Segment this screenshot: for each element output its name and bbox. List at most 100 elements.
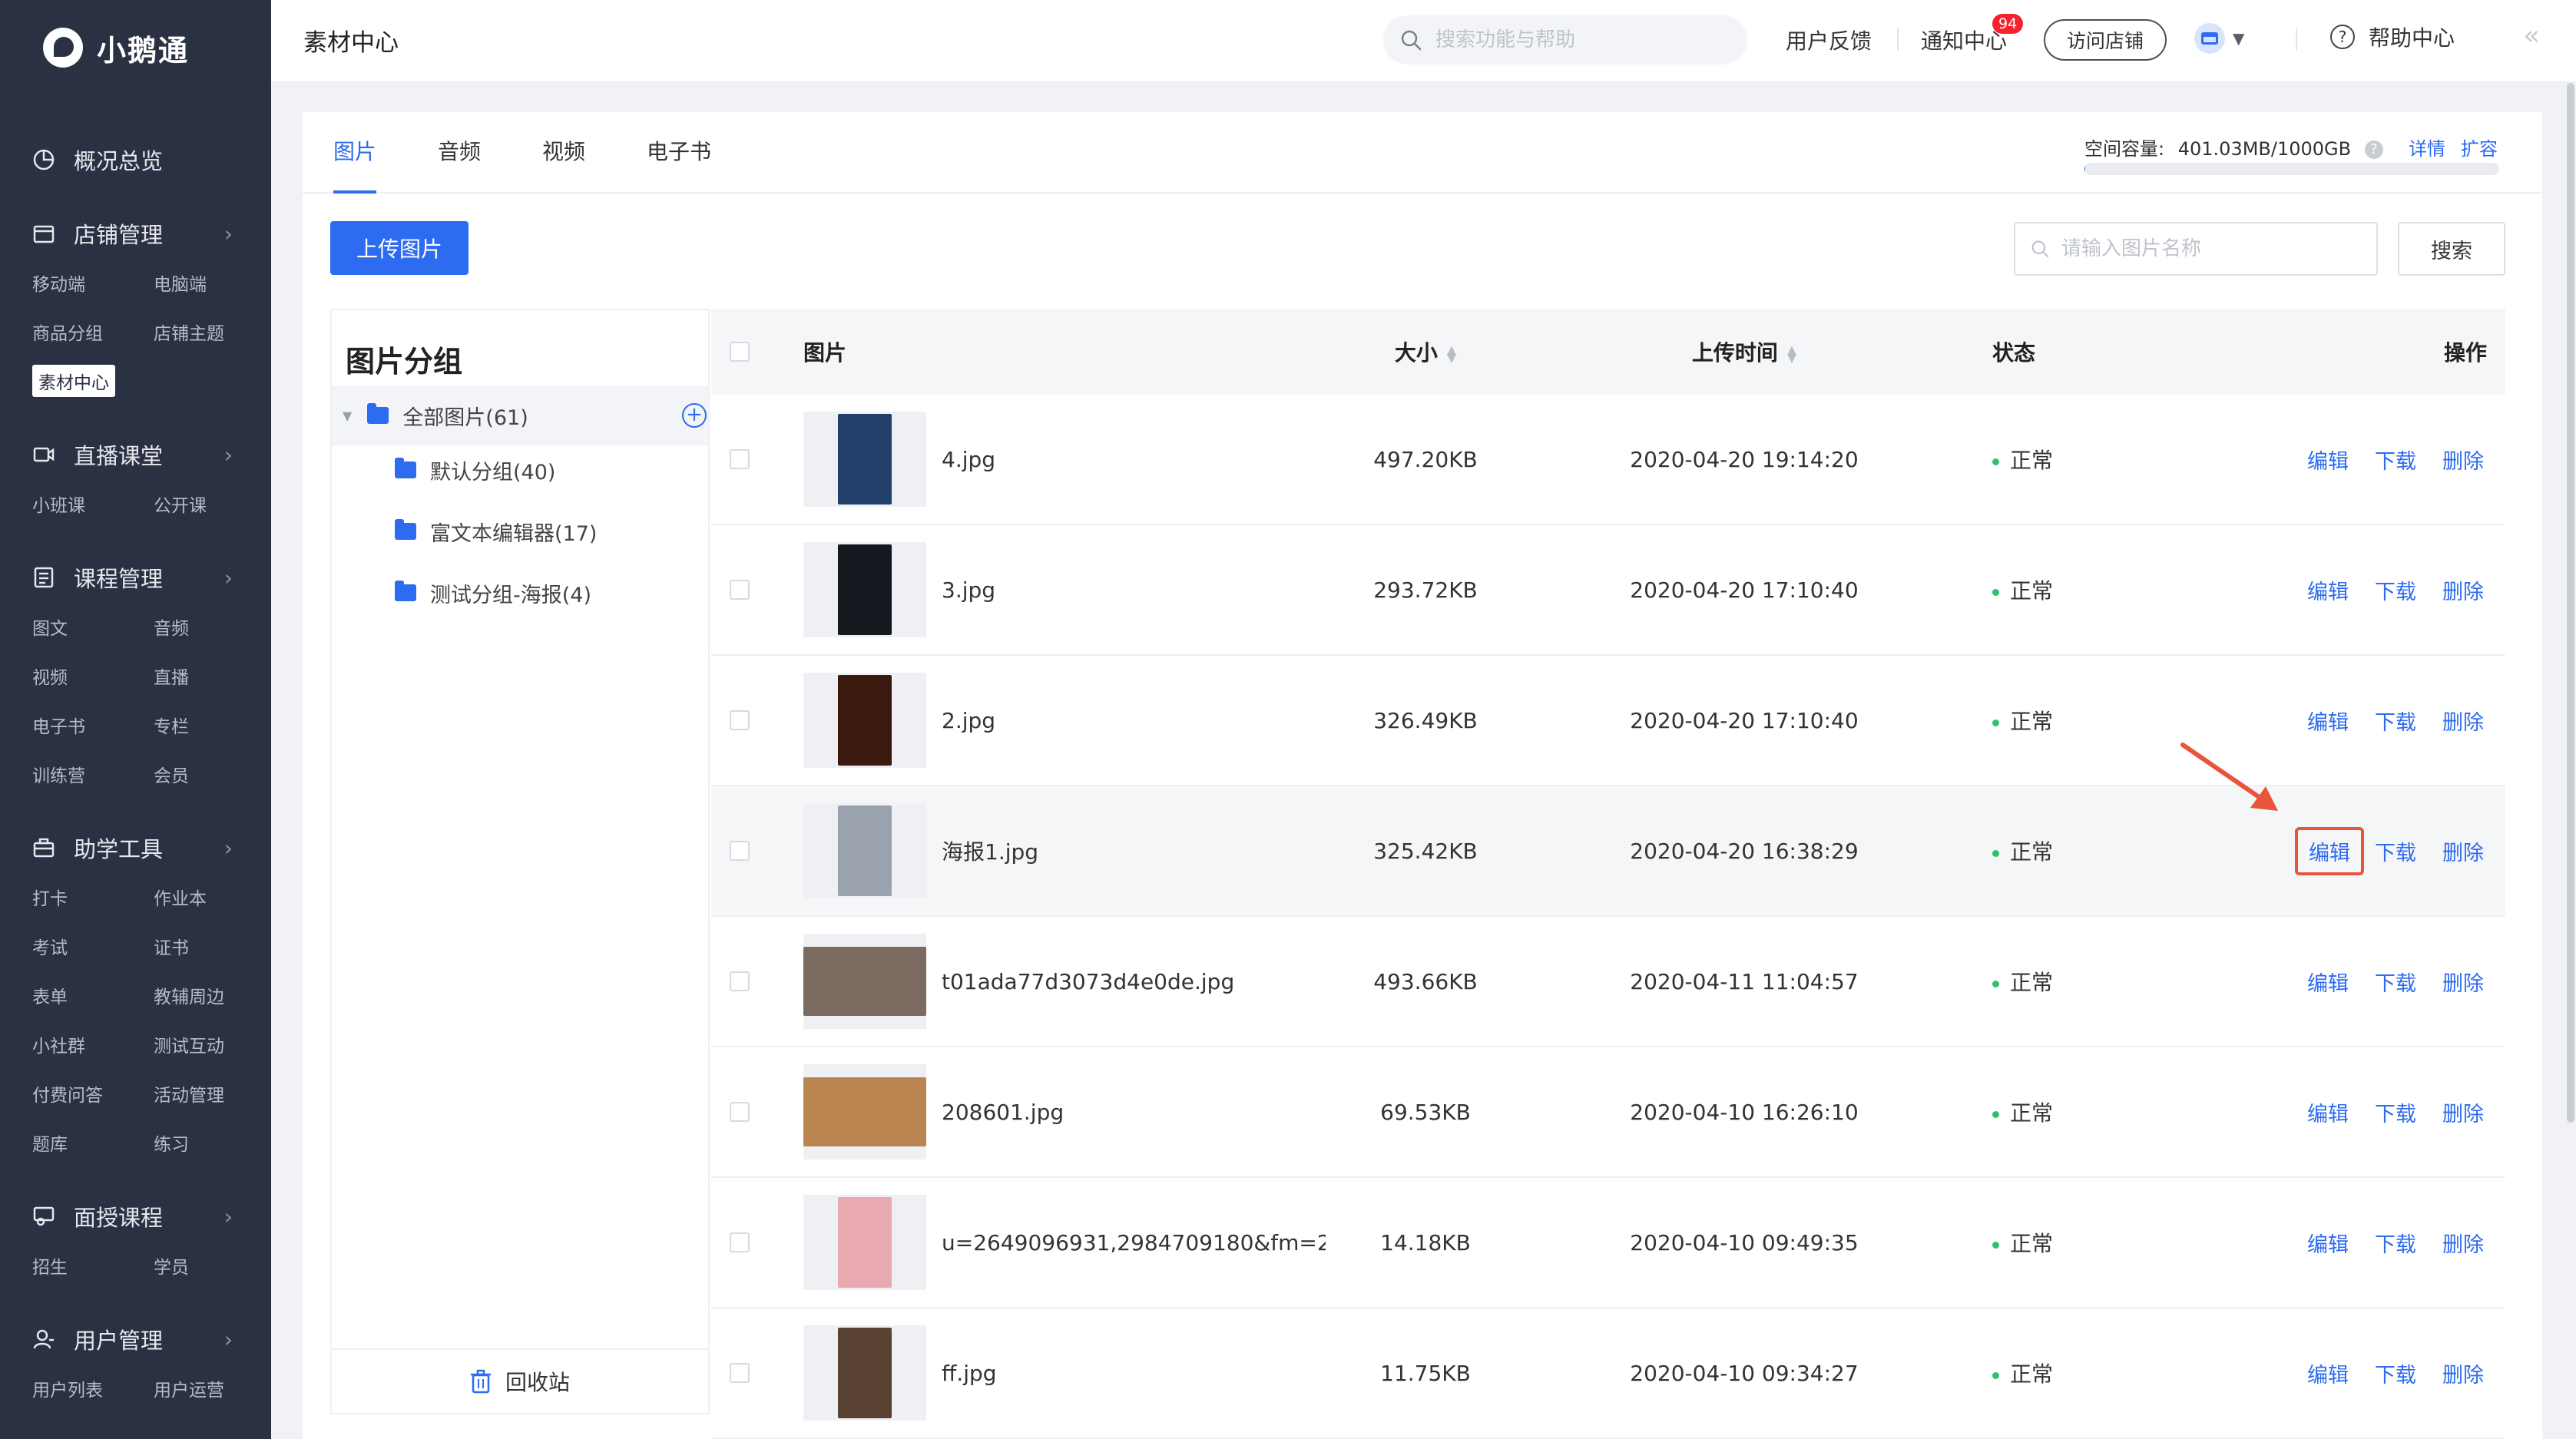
header-upload-time[interactable]: 上传时间 ▲ ▼ bbox=[1564, 336, 1925, 367]
edit-button[interactable]: 编辑 bbox=[2307, 967, 2349, 997]
sidebar-item[interactable]: 会员 bbox=[154, 749, 271, 799]
upload-image-button[interactable]: 上传图片 bbox=[330, 221, 469, 275]
table-row[interactable]: 208601.jpg 69.53KB 2020-04-10 16:26:10 正常 编辑… bbox=[711, 1047, 2505, 1178]
collapse-icon[interactable]: « bbox=[2523, 20, 2540, 51]
edit-button[interactable]: 编辑 bbox=[2295, 826, 2364, 875]
search-button[interactable]: 搜索 bbox=[2398, 222, 2505, 276]
global-search-input[interactable] bbox=[1434, 28, 1729, 52]
sidebar-item[interactable]: 电子书 bbox=[32, 700, 154, 749]
edit-button[interactable]: 编辑 bbox=[2307, 1097, 2349, 1127]
row-checkbox[interactable] bbox=[730, 449, 750, 469]
download-button[interactable]: 下载 bbox=[2375, 967, 2416, 997]
sidebar-item[interactable]: 专栏 bbox=[154, 700, 271, 749]
image-thumbnail[interactable] bbox=[803, 673, 926, 768]
edit-button[interactable]: 编辑 bbox=[2307, 575, 2349, 605]
table-row[interactable]: 4.jpg 497.20KB 2020-04-20 19:14:20 正常 编辑 下载 删除 bbox=[711, 395, 2505, 525]
table-row[interactable]: u=2649096931,2984709180&fm=26. 14.18KB 202… bbox=[711, 1178, 2505, 1308]
delete-button[interactable]: 删除 bbox=[2442, 1097, 2484, 1127]
add-group-icon[interactable]: + bbox=[682, 403, 707, 428]
storage-expand-link[interactable]: 扩容 bbox=[2461, 134, 2498, 160]
download-button[interactable]: 下载 bbox=[2375, 445, 2416, 475]
caret-down-icon[interactable]: ▼ bbox=[343, 409, 352, 423]
sidebar-item[interactable]: 测试互动 bbox=[154, 1020, 271, 1069]
delete-button[interactable]: 删除 bbox=[2442, 706, 2484, 736]
image-thumbnail[interactable] bbox=[803, 803, 926, 898]
global-search[interactable] bbox=[1383, 15, 1747, 65]
row-checkbox[interactable] bbox=[730, 580, 750, 600]
edit-button[interactable]: 编辑 bbox=[2307, 445, 2349, 475]
sidebar-item[interactable]: 打卡 bbox=[32, 872, 154, 921]
tab-images[interactable]: 图片 bbox=[333, 135, 377, 194]
question-icon[interactable]: ? bbox=[2364, 141, 2383, 159]
sidebar-group-header[interactable]: 助学工具 › bbox=[0, 823, 271, 872]
sidebar-item[interactable]: 教辅周边 bbox=[154, 971, 271, 1020]
sidebar-item[interactable]: 活动管理 bbox=[154, 1069, 271, 1118]
sidebar-item[interactable]: 商品分组 bbox=[32, 307, 154, 356]
row-checkbox[interactable] bbox=[730, 841, 750, 861]
sidebar-group-header[interactable]: 课程管理 › bbox=[0, 553, 271, 602]
download-button[interactable]: 下载 bbox=[2375, 706, 2416, 736]
delete-button[interactable]: 删除 bbox=[2442, 1358, 2484, 1388]
sidebar-item[interactable]: 素材中心 bbox=[32, 356, 154, 405]
sidebar-item[interactable]: 考试 bbox=[32, 921, 154, 971]
sidebar-group-header[interactable]: 直播课堂 › bbox=[0, 430, 271, 479]
image-name-search[interactable] bbox=[2014, 222, 2378, 276]
sidebar-group-header[interactable]: 用户管理 › bbox=[0, 1315, 271, 1364]
visit-store-button[interactable]: 访问店铺 bbox=[2044, 19, 2167, 61]
download-button[interactable]: 下载 bbox=[2375, 1228, 2416, 1258]
image-name-input[interactable] bbox=[2060, 237, 2370, 261]
help-center-link[interactable]: ? 帮助中心 bbox=[2330, 22, 2455, 52]
row-checkbox[interactable] bbox=[730, 710, 750, 730]
row-checkbox[interactable] bbox=[730, 1232, 750, 1252]
group-item[interactable]: 富文本编辑器(17) bbox=[395, 508, 597, 554]
image-thumbnail[interactable] bbox=[803, 542, 926, 637]
table-row[interactable]: 3.jpg 293.72KB 2020-04-20 17:10:40 正常 编辑 下载 删除 bbox=[711, 525, 2505, 656]
sidebar-group-header[interactable]: 面授课程 › bbox=[0, 1192, 271, 1241]
recycle-bin[interactable]: 回收站 bbox=[332, 1348, 708, 1413]
sidebar-item[interactable]: 用户运营 bbox=[154, 1364, 271, 1413]
sidebar-item[interactable]: 移动端 bbox=[32, 258, 154, 307]
sidebar-item[interactable]: 付费问答 bbox=[32, 1069, 154, 1118]
sidebar-item[interactable]: 图文 bbox=[32, 602, 154, 651]
group-all-images[interactable]: ▼ 全部图片(61) + bbox=[332, 385, 708, 445]
image-thumbnail[interactable] bbox=[803, 934, 926, 1029]
group-item[interactable]: 默认分组(40) bbox=[395, 447, 555, 493]
app-logo[interactable]: 小鹅通 bbox=[43, 26, 189, 69]
delete-button[interactable]: 删除 bbox=[2442, 967, 2484, 997]
table-row[interactable]: ff.jpg 11.75KB 2020-04-10 09:34:27 正常 编辑 下载 删除 bbox=[711, 1308, 2505, 1439]
feedback-link[interactable]: 用户反馈 bbox=[1786, 25, 1872, 55]
sidebar-item[interactable]: 音频 bbox=[154, 602, 271, 651]
image-thumbnail[interactable] bbox=[803, 1195, 926, 1290]
delete-button[interactable]: 删除 bbox=[2442, 836, 2484, 866]
sidebar-item[interactable]: 小班课 bbox=[32, 479, 154, 528]
sidebar-item[interactable]: 练习 bbox=[154, 1118, 271, 1167]
delete-button[interactable]: 删除 bbox=[2442, 445, 2484, 475]
table-row[interactable]: t01ada77d3073d4e0de.jpg 493.66KB 2020-04-1… bbox=[711, 917, 2505, 1047]
edit-button[interactable]: 编辑 bbox=[2307, 706, 2349, 736]
sidebar-item[interactable]: 电脑端 bbox=[154, 258, 271, 307]
edit-button[interactable]: 编辑 bbox=[2307, 1228, 2349, 1258]
sidebar-item[interactable]: 题库 bbox=[32, 1118, 154, 1167]
sidebar-item[interactable]: 作业本 bbox=[154, 872, 271, 921]
download-button[interactable]: 下载 bbox=[2375, 1358, 2416, 1388]
sidebar-item[interactable]: 小社群 bbox=[32, 1020, 154, 1069]
row-checkbox[interactable] bbox=[730, 1102, 750, 1122]
page-scrollbar[interactable] bbox=[2567, 83, 2574, 1123]
row-checkbox[interactable] bbox=[730, 971, 750, 991]
row-checkbox[interactable] bbox=[730, 1363, 750, 1383]
image-thumbnail[interactable] bbox=[803, 1064, 926, 1159]
image-thumbnail[interactable] bbox=[803, 1325, 926, 1421]
store-switcher[interactable]: ▼ bbox=[2194, 23, 2244, 54]
storage-detail-link[interactable]: 详情 bbox=[2409, 134, 2445, 160]
select-all-checkbox[interactable] bbox=[730, 342, 750, 362]
sidebar-item[interactable]: 训练营 bbox=[32, 749, 154, 799]
sidebar-item[interactable]: 用户列表 bbox=[32, 1364, 154, 1413]
sidebar-group-header[interactable]: 概况总览 bbox=[0, 135, 271, 184]
sidebar-item[interactable]: 证书 bbox=[154, 921, 271, 971]
header-size[interactable]: 大小 ▲ ▼ bbox=[1280, 336, 1571, 367]
sidebar-item[interactable]: 表单 bbox=[32, 971, 154, 1020]
image-thumbnail[interactable] bbox=[803, 412, 926, 507]
download-button[interactable]: 下载 bbox=[2375, 1097, 2416, 1127]
download-button[interactable]: 下载 bbox=[2375, 575, 2416, 605]
delete-button[interactable]: 删除 bbox=[2442, 575, 2484, 605]
